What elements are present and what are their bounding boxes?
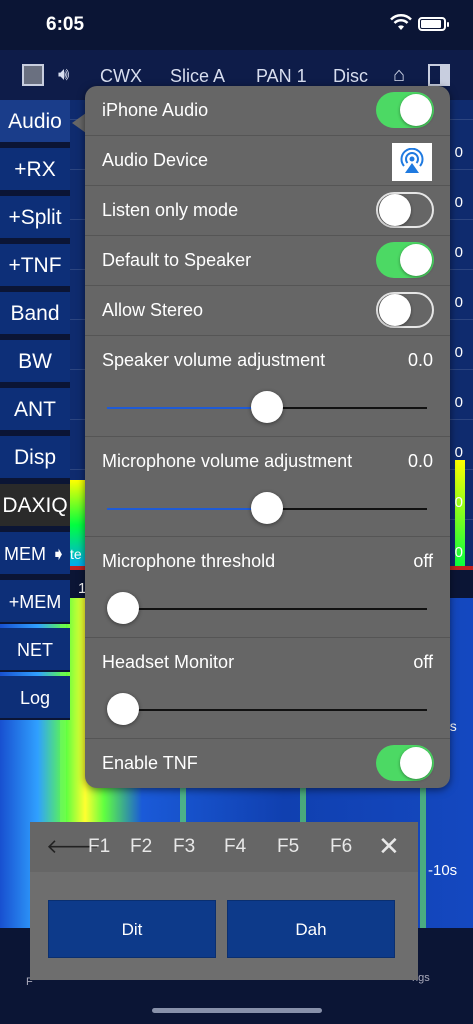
- mic-threshold-value: off: [413, 551, 433, 571]
- battery-icon: [418, 17, 449, 31]
- iphone-audio-row: iPhone Audio: [85, 86, 450, 136]
- headset-monitor-value: off: [413, 652, 433, 672]
- default-speaker-row: Default to Speaker: [85, 236, 450, 286]
- speaker-volume-label: Speaker volume adjustment: [102, 350, 326, 370]
- allow-stereo-toggle[interactable]: [376, 292, 434, 328]
- audio-button[interactable]: Audio: [0, 100, 70, 144]
- slider-fill: [107, 508, 267, 510]
- keyer-header: 🡐 F1 F2 F3 F4 F5 F6 ✕: [30, 822, 418, 872]
- audio-device-label: Audio Device: [102, 150, 209, 170]
- iphone-audio-label: iPhone Audio: [102, 100, 209, 120]
- home-indicator: [152, 1008, 322, 1013]
- scale-tick: 0: [454, 244, 463, 261]
- enable-tnf-toggle[interactable]: [376, 745, 434, 781]
- mic-threshold-label: Microphone threshold: [102, 551, 276, 571]
- close-icon[interactable]: ✕: [378, 831, 400, 862]
- net-button[interactable]: NET: [0, 628, 70, 672]
- enable-tnf-row: Enable TNF: [85, 739, 450, 788]
- fkey-f2[interactable]: F2: [130, 836, 152, 858]
- status-bar: 6:05: [0, 0, 473, 50]
- allow-stereo-row: Allow Stereo: [85, 286, 450, 336]
- sidebar-toggle-icon[interactable]: [22, 64, 44, 86]
- headset-monitor-label: Headset Monitor: [102, 652, 235, 672]
- add-rx-button[interactable]: +RX: [0, 148, 70, 192]
- dit-button[interactable]: Dit: [48, 900, 216, 958]
- allow-stereo-label: Allow Stereo: [102, 300, 204, 320]
- mic-threshold-slider[interactable]: [107, 592, 427, 624]
- fkey-f3[interactable]: F3: [173, 836, 195, 858]
- app-screen: 6:05 🔊︎ CWX Slice A PAN 1 Disc ⌂ te 0 0 …: [0, 0, 473, 1024]
- scale-tick: 0: [454, 294, 463, 311]
- status-time: 6:05: [46, 14, 85, 35]
- toolbar-cwx[interactable]: CWX: [100, 66, 142, 87]
- add-split-button[interactable]: +Split: [0, 196, 70, 240]
- fkey-f4[interactable]: F4: [224, 836, 246, 858]
- audio-settings-popover: iPhone Audio Audio Device Listen only mo…: [85, 86, 450, 788]
- speaker-volume-row: Speaker volume adjustment 0.0: [85, 336, 450, 437]
- slider-knob[interactable]: [107, 693, 139, 725]
- disp-button[interactable]: Disp: [0, 436, 70, 480]
- fkey-f1[interactable]: F1: [88, 836, 110, 858]
- waterfall-time-label: -10s: [428, 862, 458, 879]
- listen-only-label: Listen only mode: [102, 200, 239, 220]
- default-speaker-toggle[interactable]: [376, 242, 434, 278]
- popover-arrow: [72, 113, 86, 133]
- slider-knob[interactable]: [251, 492, 283, 524]
- mic-volume-label: Microphone volume adjustment: [102, 451, 353, 471]
- right-panel-toggle-icon[interactable]: [428, 64, 450, 86]
- scale-tick: 0: [454, 144, 463, 161]
- slider-knob[interactable]: [107, 592, 139, 624]
- speaker-volume-slider[interactable]: [107, 391, 427, 423]
- scale-tick: 0: [454, 394, 463, 411]
- home-icon[interactable]: ⌂: [393, 64, 405, 87]
- bw-button[interactable]: BW: [0, 340, 70, 384]
- mic-volume-slider[interactable]: [107, 492, 427, 524]
- listen-only-toggle[interactable]: [376, 192, 434, 228]
- enable-tnf-label: Enable TNF: [102, 753, 198, 773]
- wifi-icon: [390, 14, 412, 30]
- scale-tick: 0: [454, 344, 463, 361]
- listen-only-row: Listen only mode: [85, 186, 450, 236]
- toolbar-pan[interactable]: PAN 1: [256, 66, 307, 87]
- mic-volume-value: 0.0: [407, 451, 433, 471]
- headset-monitor-row: Headset Monitor off: [85, 638, 450, 739]
- daxiq-button[interactable]: DAXIQ: [0, 484, 70, 528]
- cw-keyer-panel: 🡐 F1 F2 F3 F4 F5 F6 ✕ Dit Dah: [30, 822, 418, 980]
- toolbar-slice[interactable]: Slice A: [170, 66, 225, 87]
- dah-button[interactable]: Dah: [227, 900, 395, 958]
- log-button[interactable]: Log: [0, 676, 70, 720]
- iphone-audio-toggle[interactable]: [376, 92, 434, 128]
- fkey-f6[interactable]: F6: [330, 836, 352, 858]
- slider-knob[interactable]: [251, 391, 283, 423]
- speaker-volume-value: 0.0: [407, 350, 433, 370]
- scale-tick: 0: [454, 494, 463, 511]
- pan-scale: 0 0 0 0 0 0 0 0 0: [455, 128, 463, 578]
- band-button[interactable]: Band: [0, 292, 70, 336]
- scale-tick: 0: [454, 194, 463, 211]
- ant-button[interactable]: ANT: [0, 388, 70, 432]
- slider-fill: [107, 407, 267, 409]
- scale-tick: 0: [454, 444, 463, 461]
- pan-side-text: te: [70, 546, 82, 562]
- scale-tick: 0: [454, 544, 463, 561]
- speaker-icon[interactable]: 🔊︎: [58, 64, 69, 85]
- audio-device-row: Audio Device: [85, 136, 450, 186]
- headset-monitor-slider[interactable]: [107, 693, 427, 725]
- fkey-f5[interactable]: F5: [277, 836, 299, 858]
- mem-button[interactable]: MEM ➧: [0, 532, 70, 576]
- toolbar-disc[interactable]: Disc: [333, 66, 368, 87]
- airplay-button[interactable]: [392, 143, 432, 181]
- add-mem-button[interactable]: +MEM: [0, 580, 70, 624]
- default-speaker-label: Default to Speaker: [102, 250, 252, 270]
- mic-threshold-row: Microphone threshold off: [85, 537, 450, 638]
- add-tnf-button[interactable]: +TNF: [0, 244, 70, 288]
- mic-volume-row: Microphone volume adjustment 0.0: [85, 437, 450, 537]
- airplay-icon: [400, 148, 424, 173]
